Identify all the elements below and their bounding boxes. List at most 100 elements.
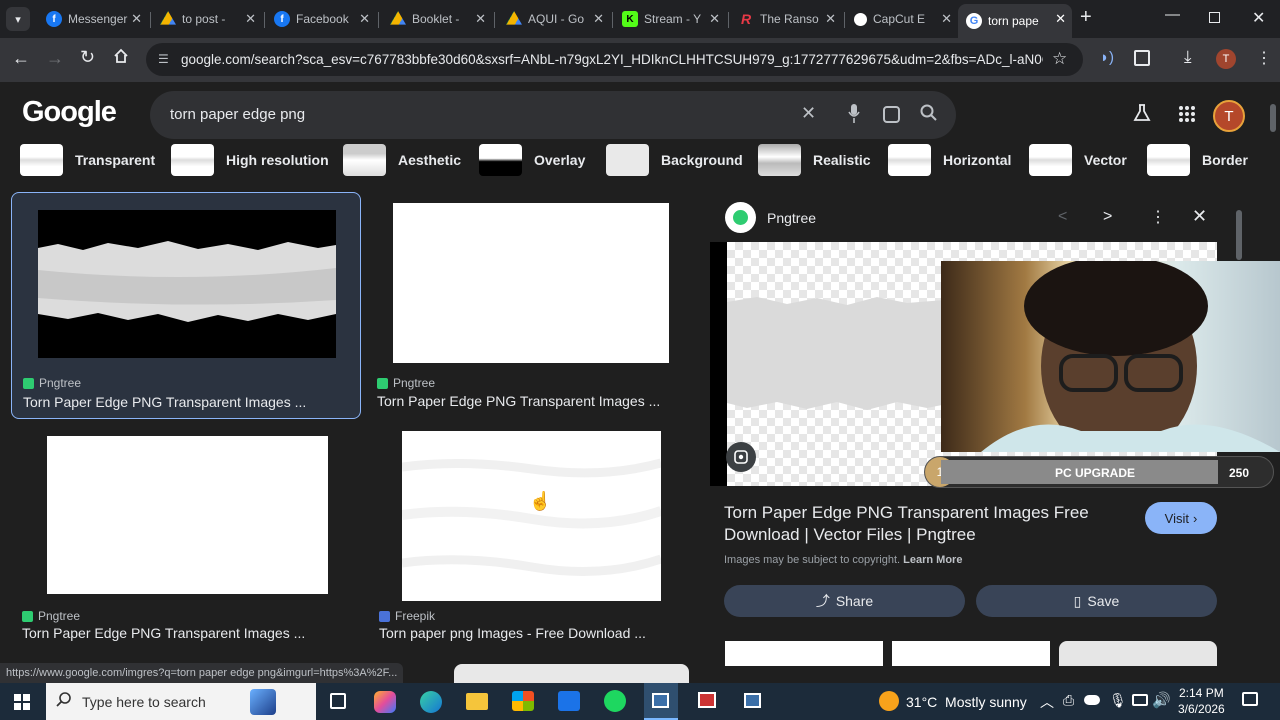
restore-button[interactable] (1209, 12, 1220, 23)
clock-date[interactable]: 3/6/2026 (1178, 702, 1225, 716)
close-panel-icon[interactable]: ✕ (1192, 206, 1207, 227)
copilot-icon[interactable] (374, 691, 396, 713)
result-caption[interactable]: Torn Paper Edge PNG Transparent Images .… (23, 394, 306, 410)
tab-stream[interactable]: K Stream - Y ✕ (614, 6, 726, 32)
mail-icon[interactable] (558, 691, 580, 711)
result-card-1[interactable]: Pngtree Torn Paper Edge PNG Transparent … (11, 192, 361, 419)
weather-text[interactable]: 31°C Mostly sunny (906, 694, 1027, 710)
partial-result-card[interactable] (454, 664, 689, 683)
clock-time[interactable]: 2:14 PM (1179, 686, 1224, 700)
clear-icon[interactable]: ✕ (801, 103, 816, 124)
forward-icon[interactable]: → (46, 48, 64, 69)
close-icon[interactable]: ✕ (359, 11, 370, 27)
result-card-2[interactable]: Pngtree Torn Paper Edge PNG Transparent … (366, 192, 690, 419)
result-caption[interactable]: Torn Paper Edge PNG Transparent Images .… (377, 393, 660, 409)
task-view-icon[interactable] (330, 693, 346, 709)
lens-search-icon[interactable] (726, 442, 756, 472)
result-card-4[interactable]: Freepik Torn paper png Images - Free Dow… (366, 426, 690, 646)
tab-aqui[interactable]: AQUI - Go ✕ (498, 6, 610, 32)
search-icon[interactable] (920, 104, 938, 127)
result-caption[interactable]: Torn Paper Edge PNG Transparent Images .… (22, 625, 305, 641)
search-input[interactable]: torn paper edge png (170, 106, 305, 123)
record-app-icon[interactable] (698, 692, 716, 708)
app-window-icon[interactable] (744, 693, 761, 708)
result-card-3[interactable]: Pngtree Torn Paper Edge PNG Transparent … (11, 426, 361, 646)
voice-extension-icon[interactable]: ◗) (1100, 49, 1114, 66)
search-box[interactable]: torn paper edge png ✕ (150, 91, 956, 139)
store-icon[interactable] (512, 691, 534, 711)
panel-title-line1[interactable]: Torn Paper Edge PNG Transparent Images F… (724, 503, 1089, 523)
tab-to-post[interactable]: to post - ✕ (152, 6, 262, 32)
apps-icon[interactable] (1179, 106, 1195, 127)
home-icon[interactable] (113, 48, 129, 69)
microphone-icon[interactable] (848, 104, 860, 129)
taskbar-search-box[interactable]: Type here to search (46, 683, 316, 720)
chip-background[interactable]: Background (606, 144, 743, 176)
chip-horizontal[interactable]: Horizontal (888, 144, 1011, 176)
lens-icon[interactable] (883, 106, 900, 123)
related-thumbnail[interactable] (892, 641, 1050, 666)
tab-messenger[interactable]: f Messenger ✕ (38, 6, 148, 32)
tab-capcut[interactable]: CapCut E ✕ (846, 6, 958, 32)
google-avatar[interactable]: T (1213, 100, 1245, 132)
close-window-button[interactable]: ✕ (1252, 8, 1265, 28)
profile-avatar[interactable]: T (1216, 49, 1236, 69)
next-arrow-icon[interactable]: > (1103, 208, 1112, 226)
windows-start-icon[interactable] (14, 694, 30, 715)
download-icon[interactable]: ⤓ (1184, 47, 1192, 67)
result-caption[interactable]: Torn paper png Images - Free Download ..… (379, 625, 646, 641)
close-icon[interactable]: ✕ (825, 11, 836, 27)
taskbar-search-input[interactable]: Type here to search (82, 694, 206, 710)
address-bar[interactable]: ☰ google.com/search?sca_esv=c767783bbfe3… (146, 43, 1083, 76)
more-options-icon[interactable]: ⋮ (1150, 207, 1166, 227)
learn-more-link[interactable]: Learn More (903, 554, 962, 566)
tab-torn-paper[interactable]: G torn pape ✕ (958, 4, 1072, 38)
file-explorer-icon[interactable] (466, 693, 488, 710)
chip-vector[interactable]: Vector (1029, 144, 1127, 176)
weather-icon[interactable] (879, 691, 899, 711)
share-button[interactable]: ⤴ Share (724, 585, 965, 617)
google-logo[interactable]: Google (22, 96, 117, 129)
app-window-icon[interactable] (652, 693, 669, 708)
tray-chevron-icon[interactable]: ︿ (1040, 692, 1054, 712)
close-icon[interactable]: ✕ (475, 11, 486, 27)
close-icon[interactable]: ✕ (131, 11, 142, 27)
panel-title-line2[interactable]: Download | Vector Files | Pngtree (724, 525, 976, 545)
spotify-icon[interactable] (604, 690, 626, 712)
chip-transparent[interactable]: Transparent (20, 144, 155, 176)
minimize-button[interactable]: — (1165, 6, 1180, 23)
chip-aesthetic[interactable]: Aesthetic (343, 144, 461, 176)
visit-button[interactable]: Visit › (1145, 502, 1217, 534)
network-icon[interactable] (1132, 694, 1148, 706)
close-icon[interactable]: ✕ (709, 11, 720, 27)
tab-search-button[interactable]: ▾ (6, 7, 30, 31)
menu-icon[interactable]: ⋮ (1256, 48, 1272, 68)
bookmark-star-icon[interactable]: ☆ (1052, 49, 1067, 69)
source-name[interactable]: Pngtree (767, 210, 816, 226)
back-icon[interactable]: ← (12, 48, 30, 69)
extensions-icon[interactable] (1134, 50, 1150, 66)
tab-facebook[interactable]: f Facebook ✕ (266, 6, 376, 32)
chip-high-resolution[interactable]: High resolution (171, 144, 329, 176)
edge-icon[interactable] (420, 691, 442, 713)
notification-icon[interactable] (1242, 692, 1258, 706)
new-tab-button[interactable]: + (1080, 6, 1092, 29)
onedrive-icon[interactable] (1084, 695, 1100, 705)
close-icon[interactable]: ✕ (1055, 11, 1066, 27)
close-icon[interactable]: ✕ (245, 11, 256, 27)
reload-icon[interactable]: ↻ (80, 47, 95, 68)
chip-realistic[interactable]: Realistic (758, 144, 871, 176)
labs-icon[interactable] (1133, 104, 1151, 127)
close-icon[interactable]: ✕ (593, 11, 604, 27)
prev-arrow-icon[interactable]: < (1058, 208, 1067, 226)
chip-overlay[interactable]: Overlay (479, 144, 585, 176)
related-thumbnail[interactable] (1059, 641, 1217, 666)
tray-app-icon[interactable]: ⎙ (1063, 692, 1074, 709)
site-info-icon[interactable]: ☰ (158, 52, 169, 66)
volume-icon[interactable]: 🔊 (1152, 691, 1171, 709)
related-thumbnail[interactable] (725, 641, 883, 666)
microphone-tray-icon[interactable]: 🎙 (1109, 692, 1127, 709)
panel-scrollbar[interactable] (1236, 210, 1242, 260)
save-button[interactable]: ▯ Save (976, 585, 1217, 617)
tab-ransom[interactable]: R The Ranso ✕ (730, 6, 842, 32)
